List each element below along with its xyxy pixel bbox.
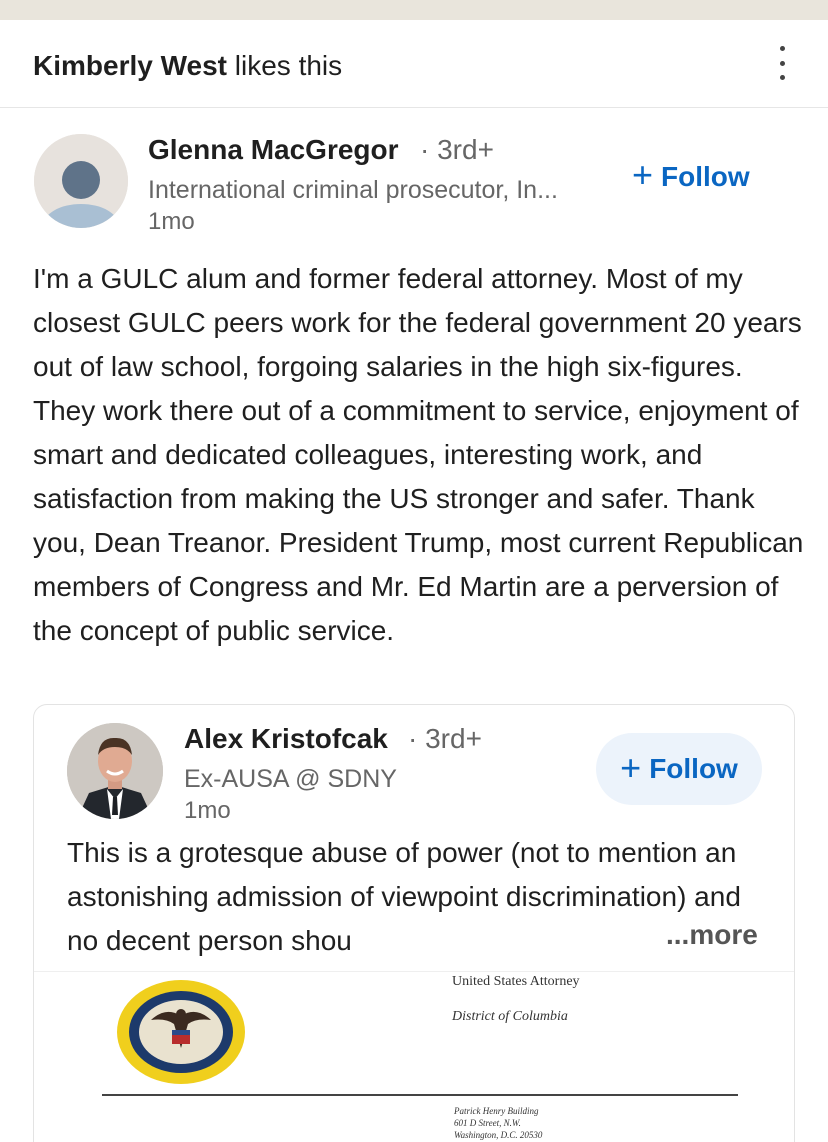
follow-label: Follow xyxy=(661,160,750,192)
repost-author-headline: Ex-AUSA @ SDNY xyxy=(184,765,397,793)
document-address-line: 601 D Street, N.W. xyxy=(454,1118,521,1128)
document-district: District of Columbia xyxy=(452,1009,568,1024)
plus-icon: + xyxy=(620,746,642,788)
person-icon xyxy=(34,134,128,228)
doj-seal-icon xyxy=(117,980,245,1084)
author-connection-degree: · 3rd+ xyxy=(420,134,494,165)
person-photo-icon xyxy=(67,723,163,819)
document-address-line: Patrick Henry Building xyxy=(454,1106,539,1116)
repost-timestamp: 1mo xyxy=(184,797,231,824)
repost-follow-button[interactable]: + Follow xyxy=(596,733,762,805)
post-text: I'm a GULC alum and former federal attor… xyxy=(33,263,804,646)
repost-author-avatar[interactable] xyxy=(67,723,163,819)
social-actor-name[interactable]: Kimberly West xyxy=(33,50,227,81)
document-title: United States Attorney xyxy=(452,974,580,989)
author-name[interactable]: Glenna MacGregor xyxy=(148,134,399,166)
document-address-line: Washington, D.C. 20530 xyxy=(454,1130,543,1140)
social-context-header: Kimberly West likes this xyxy=(0,20,828,108)
plus-icon: + xyxy=(632,154,654,195)
more-vertical-icon[interactable] xyxy=(772,46,792,80)
document-divider xyxy=(102,1094,738,1096)
follow-button[interactable]: + Follow xyxy=(632,154,750,195)
social-context-text: Kimberly West likes this xyxy=(33,50,342,82)
author-headline: International criminal prosecutor, In... xyxy=(148,176,558,204)
top-strip xyxy=(0,0,828,20)
repost-card[interactable]: Alex Kristofcak · 3rd+ Ex-AUSA @ SDNY 1m… xyxy=(33,704,795,1142)
repost-author-name[interactable]: Alex Kristofcak xyxy=(184,723,388,755)
repost-follow-label: Follow xyxy=(649,753,738,784)
post-timestamp: 1mo xyxy=(148,208,195,235)
social-action-text: likes this xyxy=(234,50,343,81)
document-preview[interactable]: United States Attorney District of Colum… xyxy=(34,971,794,1142)
repost-author-connection-degree: · 3rd+ xyxy=(408,723,482,754)
author-avatar[interactable] xyxy=(34,134,128,228)
see-more-link[interactable]: ...more xyxy=(660,919,758,951)
